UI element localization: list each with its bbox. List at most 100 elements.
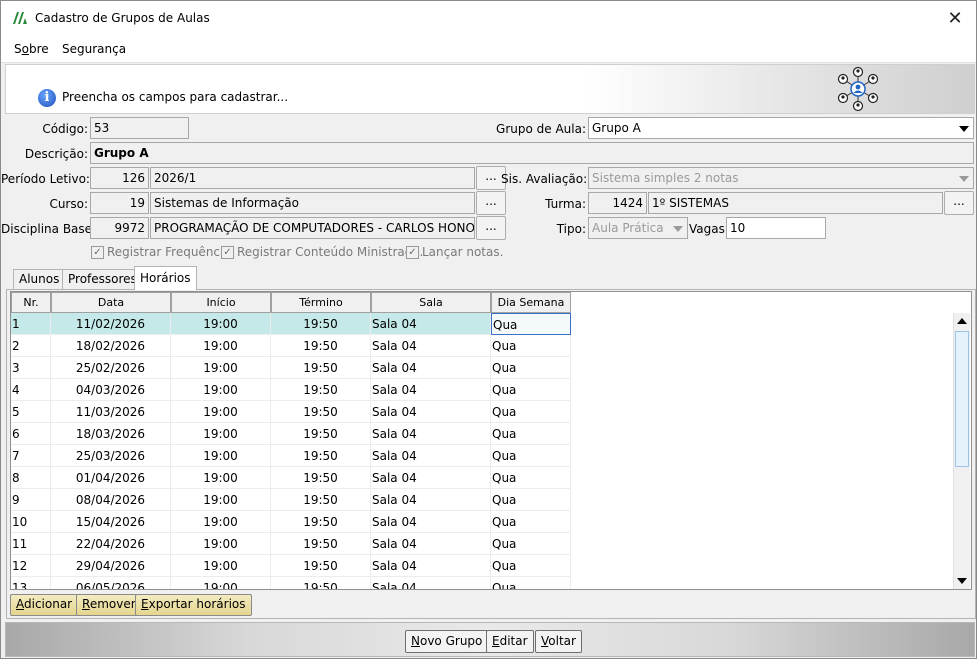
table-row[interactable]: 13 06/05/2026 19:00 19:50 Sala 04 Qua xyxy=(11,577,571,589)
cell-inicio[interactable]: 19:00 xyxy=(171,533,271,555)
table-row[interactable]: 7 25/03/2026 19:00 19:50 Sala 04 Qua xyxy=(11,445,571,467)
table-row[interactable]: 3 25/02/2026 19:00 19:50 Sala 04 Qua xyxy=(11,357,571,379)
cell-data[interactable]: 04/03/2026 xyxy=(51,379,171,401)
cell-sala[interactable]: Sala 04 xyxy=(371,577,491,589)
horarios-grid[interactable]: Nr. Data Início Término Sala Dia Semana … xyxy=(10,291,972,590)
cell-dia-semana[interactable]: Qua xyxy=(491,445,571,467)
cell-data[interactable]: 11/03/2026 xyxy=(51,401,171,423)
cell-dia-semana[interactable]: Qua xyxy=(491,511,571,533)
grupo-aula-select[interactable]: Grupo A xyxy=(588,117,974,139)
cell-dia-semana[interactable]: Qua xyxy=(491,401,571,423)
cell-data[interactable]: 29/04/2026 xyxy=(51,555,171,577)
menu-seguranca[interactable]: Segurança xyxy=(62,42,126,56)
column-header-dia-semana[interactable]: Dia Semana xyxy=(491,292,571,313)
table-row[interactable]: 2 18/02/2026 19:00 19:50 Sala 04 Qua xyxy=(11,335,571,357)
column-header-data[interactable]: Data xyxy=(51,292,171,313)
cell-nr[interactable]: 8 xyxy=(11,467,51,489)
table-row[interactable]: 10 15/04/2026 19:00 19:50 Sala 04 Qua xyxy=(11,511,571,533)
cell-nr[interactable]: 6 xyxy=(11,423,51,445)
cell-termino[interactable]: 19:50 xyxy=(271,379,371,401)
cell-nr[interactable]: 10 xyxy=(11,511,51,533)
novo-grupo-button[interactable]: Novo Grupo xyxy=(405,630,489,653)
cell-dia-semana[interactable]: Qua xyxy=(491,577,571,589)
cell-termino[interactable]: 19:50 xyxy=(271,401,371,423)
cell-dia-semana[interactable]: Qua xyxy=(491,335,571,357)
voltar-button[interactable]: Voltar xyxy=(535,630,582,653)
cell-sala[interactable]: Sala 04 xyxy=(371,379,491,401)
cell-inicio[interactable]: 19:00 xyxy=(171,335,271,357)
table-row[interactable]: 4 04/03/2026 19:00 19:50 Sala 04 Qua xyxy=(11,379,571,401)
curso-code[interactable]: 19 xyxy=(90,192,149,214)
periodo-letivo-code[interactable]: 126 xyxy=(90,167,149,189)
cell-data[interactable]: 25/02/2026 xyxy=(51,357,171,379)
scroll-down-icon[interactable] xyxy=(954,573,970,589)
sis-avaliacao-select[interactable]: Sistema simples 2 notas xyxy=(588,167,974,189)
cell-termino[interactable]: 19:50 xyxy=(271,357,371,379)
descricao-field[interactable]: Grupo A xyxy=(90,142,974,164)
editar-button[interactable]: Editar xyxy=(486,630,534,653)
cell-dia-semana[interactable]: Qua xyxy=(491,357,571,379)
cell-sala[interactable]: Sala 04 xyxy=(371,313,491,335)
cell-data[interactable]: 25/03/2026 xyxy=(51,445,171,467)
codigo-field[interactable]: 53 xyxy=(90,117,189,139)
remover-button[interactable]: Remover xyxy=(76,594,142,616)
cell-data[interactable]: 11/02/2026 xyxy=(51,313,171,335)
tipo-select[interactable]: Aula Prática xyxy=(588,217,688,239)
cell-nr[interactable]: 1 xyxy=(11,313,51,335)
table-row[interactable]: 8 01/04/2026 19:00 19:50 Sala 04 Qua xyxy=(11,467,571,489)
cell-inicio[interactable]: 19:00 xyxy=(171,313,271,335)
table-row[interactable]: 6 18/03/2026 19:00 19:50 Sala 04 Qua xyxy=(11,423,571,445)
tab-professores[interactable]: Professores xyxy=(62,269,143,289)
cell-termino[interactable]: 19:50 xyxy=(271,423,371,445)
table-row[interactable]: 9 08/04/2026 19:00 19:50 Sala 04 Qua xyxy=(11,489,571,511)
cell-termino[interactable]: 19:50 xyxy=(271,533,371,555)
column-header-inicio[interactable]: Início xyxy=(171,292,271,313)
cell-data[interactable]: 22/04/2026 xyxy=(51,533,171,555)
turma-code[interactable]: 1424 xyxy=(588,192,647,214)
cell-termino[interactable]: 19:50 xyxy=(271,555,371,577)
disciplina-base-field[interactable]: PROGRAMAÇÃO DE COMPUTADORES - CARLOS HON… xyxy=(150,217,475,239)
cell-sala[interactable]: Sala 04 xyxy=(371,445,491,467)
exportar-horarios-button[interactable]: Exportar horários xyxy=(135,594,252,616)
tab-alunos[interactable]: Alunos xyxy=(13,269,66,289)
cell-data[interactable]: 08/04/2026 xyxy=(51,489,171,511)
cell-data[interactable]: 18/03/2026 xyxy=(51,423,171,445)
cell-termino[interactable]: 19:50 xyxy=(271,467,371,489)
cell-nr[interactable]: 13 xyxy=(11,577,51,589)
cell-inicio[interactable]: 19:00 xyxy=(171,467,271,489)
cell-nr[interactable]: 4 xyxy=(11,379,51,401)
cell-dia-semana[interactable]: Qua xyxy=(491,533,571,555)
table-row[interactable]: 12 29/04/2026 19:00 19:50 Sala 04 Qua xyxy=(11,555,571,577)
disciplina-base-code[interactable]: 9972 xyxy=(90,217,149,239)
menu-sobre[interactable]: Sobre xyxy=(14,42,49,56)
cell-dia-semana[interactable]: Qua xyxy=(491,423,571,445)
cell-sala[interactable]: Sala 04 xyxy=(371,533,491,555)
cell-nr[interactable]: 11 xyxy=(11,533,51,555)
cell-nr[interactable]: 2 xyxy=(11,335,51,357)
cell-nr[interactable]: 3 xyxy=(11,357,51,379)
registrar-frequencia-checkbox[interactable]: ✓ Registrar Frequência. xyxy=(91,245,235,259)
cell-data[interactable]: 18/02/2026 xyxy=(51,335,171,357)
vagas-field[interactable]: 10 xyxy=(726,217,826,239)
column-header-termino[interactable]: Término xyxy=(271,292,371,313)
cell-sala[interactable]: Sala 04 xyxy=(371,335,491,357)
cell-inicio[interactable]: 19:00 xyxy=(171,379,271,401)
cell-data[interactable]: 06/05/2026 xyxy=(51,577,171,589)
cell-sala[interactable]: Sala 04 xyxy=(371,423,491,445)
column-header-sala[interactable]: Sala xyxy=(371,292,491,313)
cell-nr[interactable]: 5 xyxy=(11,401,51,423)
table-row[interactable]: 5 11/03/2026 19:00 19:50 Sala 04 Qua xyxy=(11,401,571,423)
cell-data[interactable]: 01/04/2026 xyxy=(51,467,171,489)
cell-inicio[interactable]: 19:00 xyxy=(171,511,271,533)
cell-termino[interactable]: 19:50 xyxy=(271,335,371,357)
cell-nr[interactable]: 9 xyxy=(11,489,51,511)
cell-dia-semana[interactable]: Qua xyxy=(491,379,571,401)
cell-inicio[interactable]: 19:00 xyxy=(171,445,271,467)
column-header-nr[interactable]: Nr. xyxy=(11,292,51,313)
lancar-notas-checkbox[interactable]: ✓ Lançar notas. xyxy=(406,245,503,259)
cell-sala[interactable]: Sala 04 xyxy=(371,467,491,489)
cell-sala[interactable]: Sala 04 xyxy=(371,555,491,577)
vertical-scrollbar[interactable] xyxy=(953,313,970,589)
cell-dia-semana[interactable]: Qua xyxy=(491,489,571,511)
cell-inicio[interactable]: 19:00 xyxy=(171,401,271,423)
